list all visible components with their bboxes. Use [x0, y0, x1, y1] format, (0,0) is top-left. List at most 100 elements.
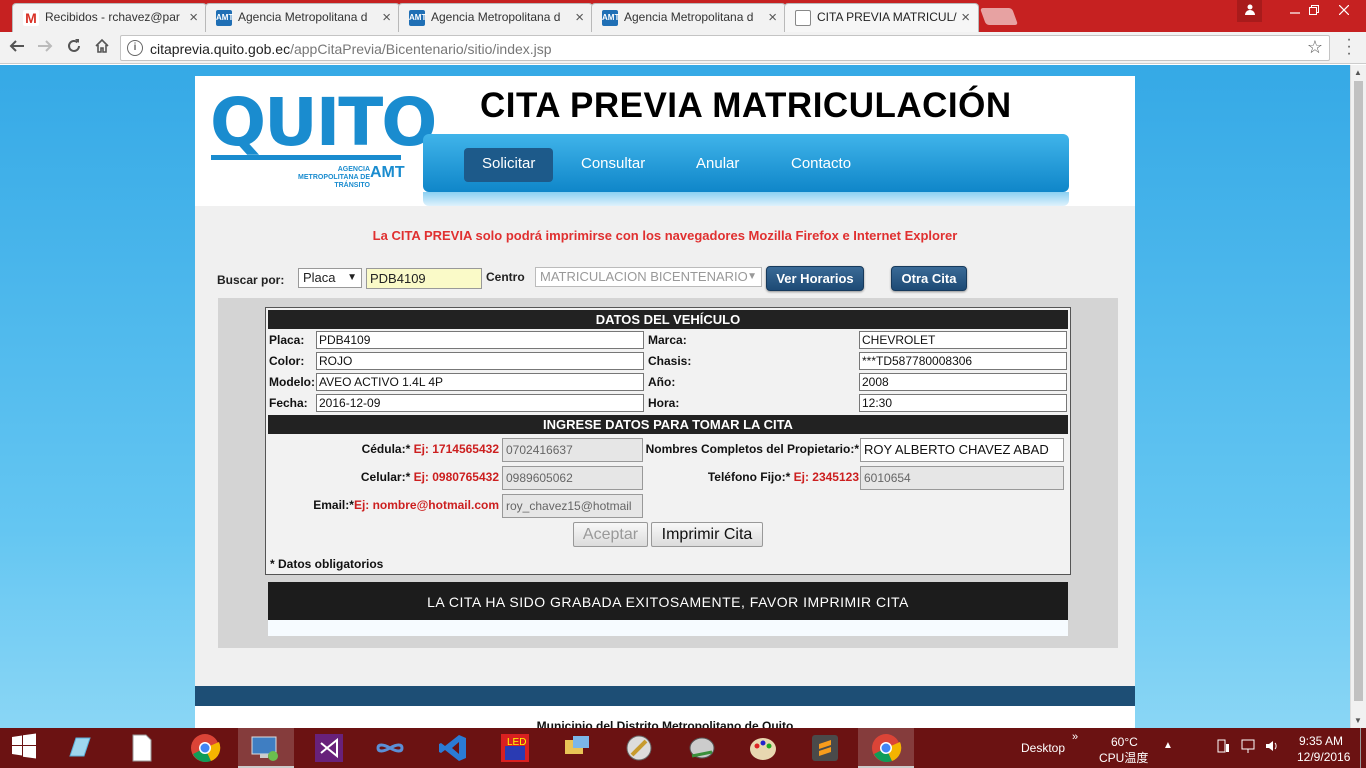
start-windows-icon[interactable] [10, 732, 42, 764]
cedula-example: Ej: 1714565432 [413, 442, 499, 456]
close-tab-icon[interactable]: × [382, 4, 391, 31]
email-input[interactable]: roy_chavez15@hotmail [502, 494, 643, 518]
scroll-thumb[interactable] [1354, 81, 1363, 701]
logo-subtitle: AGENCIA METROPOLITANA DE TRÁNSITO [298, 166, 370, 189]
tab-title: Agencia Metropolitana d [624, 10, 754, 24]
user-profile-icon[interactable] [1237, 0, 1262, 22]
scroll-down-icon[interactable]: ▼ [1354, 716, 1362, 725]
browser-menu-icon[interactable]: · · · [1344, 32, 1354, 62]
chrome-icon[interactable] [189, 732, 221, 764]
celular-input[interactable]: 0989605062 [502, 466, 643, 490]
cedula-input[interactable]: 0702416637 [502, 438, 643, 462]
success-strip [268, 620, 1068, 636]
new-tab-button[interactable] [979, 8, 1019, 25]
clock-time[interactable]: 9:35 AM [1299, 734, 1343, 748]
browser-tab-bar: M Recibidos - rchavez@par × AMT Agencia … [0, 0, 1366, 32]
otra-cita-button[interactable]: Otra Cita [891, 266, 967, 291]
close-tab-icon[interactable]: × [575, 4, 584, 31]
bookmark-star-icon[interactable]: ☆ [1307, 37, 1323, 58]
logo-underline [211, 155, 401, 160]
network-icon[interactable] [1240, 738, 1256, 757]
chasis-value: ***TD587780008306 [859, 352, 1067, 370]
hora-label: Hora: [648, 396, 680, 410]
telefono-example: Ej: 2345123 [793, 470, 859, 484]
reload-icon[interactable] [62, 36, 86, 60]
close-tab-icon[interactable]: × [189, 4, 198, 31]
url-text: citaprevia.quito.gob.ec/appCitaPrevia/Bi… [150, 41, 552, 57]
chrome-active-icon[interactable] [870, 732, 902, 764]
info-icon[interactable]: i [127, 40, 143, 56]
page-scrollbar[interactable]: ▲ ▼ [1350, 65, 1366, 728]
tab-amt-1[interactable]: AMT Agencia Metropolitana d × [205, 3, 400, 32]
centro-select[interactable]: MATRICULACION BICENTENARIO ▼ [535, 267, 762, 287]
vehicle-header: DATOS DEL VEHÍCULO [268, 310, 1068, 329]
led-app-icon[interactable]: LED [499, 732, 531, 764]
search-by-label: Buscar por: [217, 273, 285, 287]
sublime-text-icon[interactable] [809, 732, 841, 764]
main-content: La CITA PREVIA solo podrá imprimirse con… [195, 206, 1135, 686]
chevron-down-icon: ▼ [347, 272, 357, 283]
network-app-icon[interactable] [561, 732, 593, 764]
nav-consultar[interactable]: Consultar [563, 148, 663, 182]
search-type-select[interactable]: Placa ▼ [298, 268, 362, 288]
amt-icon: AMT [409, 10, 426, 26]
show-desktop-button[interactable] [1360, 728, 1366, 768]
infinity-app-icon[interactable] [374, 732, 406, 764]
modelo-value: AVEO ACTIVO 1.4L 4P [316, 373, 644, 391]
anio-label: Año: [648, 375, 676, 389]
page-title: CITA PREVIA MATRICULACIÓN [480, 86, 1012, 125]
close-window-icon[interactable] [1321, 0, 1366, 22]
desktop-toolbar-label[interactable]: Desktop [1021, 741, 1065, 755]
visual-studio-icon[interactable] [313, 732, 345, 764]
back-arrow-icon[interactable] [5, 36, 29, 60]
paint-app-icon[interactable] [747, 732, 779, 764]
document-icon [795, 10, 811, 26]
address-bar[interactable]: i citaprevia.quito.gob.ec/appCitaPrevia/… [120, 35, 1330, 61]
nav-contacto[interactable]: Contacto [773, 148, 869, 182]
nombres-label: Nombres Completos del Propietario:* [645, 442, 859, 456]
quito-logo[interactable]: QUITO [210, 84, 437, 161]
anio-value: 2008 [859, 373, 1067, 391]
document-app-icon[interactable] [126, 732, 158, 764]
tools-app-icon[interactable] [623, 732, 655, 764]
success-message: LA CITA HA SIDO GRABADA EXITOSAMENTE, FA… [268, 582, 1068, 620]
svg-text:LED: LED [507, 737, 526, 748]
color-label: Color: [269, 354, 305, 368]
forward-arrow-icon[interactable] [33, 36, 57, 60]
aceptar-button[interactable]: Aceptar [573, 522, 648, 547]
app-icon-1[interactable] [64, 732, 96, 764]
volume-icon[interactable] [1264, 738, 1280, 757]
remote-desktop-icon[interactable] [249, 732, 281, 764]
vs-code-icon[interactable] [437, 732, 469, 764]
chevron-down-icon: ▼ [747, 271, 757, 282]
close-tab-icon[interactable]: × [768, 4, 777, 31]
plate-input[interactable]: PDB4109 [366, 268, 482, 289]
tab-title: Agencia Metropolitana d [431, 10, 561, 24]
footer-text: Municipio del Distrito Metropolitano de … [536, 719, 794, 728]
nav-reflection [423, 192, 1069, 206]
tab-gmail[interactable]: M Recibidos - rchavez@par × [12, 3, 207, 32]
hora-value: 12:30 [859, 394, 1067, 412]
chevron-right-icon[interactable]: » [1072, 731, 1078, 743]
scroll-up-icon[interactable]: ▲ [1354, 68, 1362, 77]
tab-cita-previa[interactable]: CITA PREVIA MATRICUL/ × [784, 3, 979, 32]
device-icon[interactable] [1215, 738, 1231, 757]
helmet-app-icon[interactable] [686, 732, 718, 764]
nav-solicitar[interactable]: Solicitar [464, 148, 554, 182]
show-hidden-icons-icon[interactable]: ▲ [1163, 740, 1173, 751]
home-icon[interactable] [90, 36, 114, 60]
telefono-input[interactable]: 6010654 [860, 466, 1064, 490]
telefono-label: Teléfono Fijo:* Ej: 2345123 [707, 470, 859, 484]
clock-date[interactable]: 12/9/2016 [1297, 750, 1350, 764]
marca-label: Marca: [648, 333, 687, 347]
placa-label: Placa: [269, 333, 305, 347]
imprimir-cita-button[interactable]: Imprimir Cita [651, 522, 763, 547]
tab-title: Recibidos - rchavez@par [45, 10, 180, 24]
tab-amt-3[interactable]: AMT Agencia Metropolitana d × [591, 3, 786, 32]
nav-anular[interactable]: Anular [678, 148, 757, 182]
nombres-input[interactable]: ROY ALBERTO CHAVEZ ABAD [860, 438, 1064, 462]
ver-horarios-button[interactable]: Ver Horarios [766, 266, 864, 291]
tab-amt-2[interactable]: AMT Agencia Metropolitana d × [398, 3, 593, 32]
close-tab-icon[interactable]: × [961, 4, 970, 31]
windows-taskbar: LED Desktop » 60°C CPU温度 ▲ 9:35 AM 12/9/… [0, 728, 1366, 768]
